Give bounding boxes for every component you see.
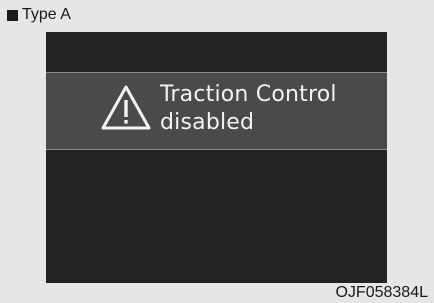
image-code-label: OJF058384L — [335, 284, 428, 301]
warning-message: Traction Control disabled — [160, 81, 337, 137]
warning-triangle-icon — [101, 85, 151, 130]
type-label-text: Type A — [22, 6, 71, 23]
warning-message-line2: disabled — [160, 110, 255, 135]
square-bullet-icon — [7, 9, 18, 21]
cluster-display-screen: Traction Control disabled — [46, 32, 387, 283]
warning-message-line1: Traction Control — [160, 82, 337, 107]
warning-banner: Traction Control disabled — [46, 72, 387, 150]
type-label: Type A — [7, 7, 71, 23]
